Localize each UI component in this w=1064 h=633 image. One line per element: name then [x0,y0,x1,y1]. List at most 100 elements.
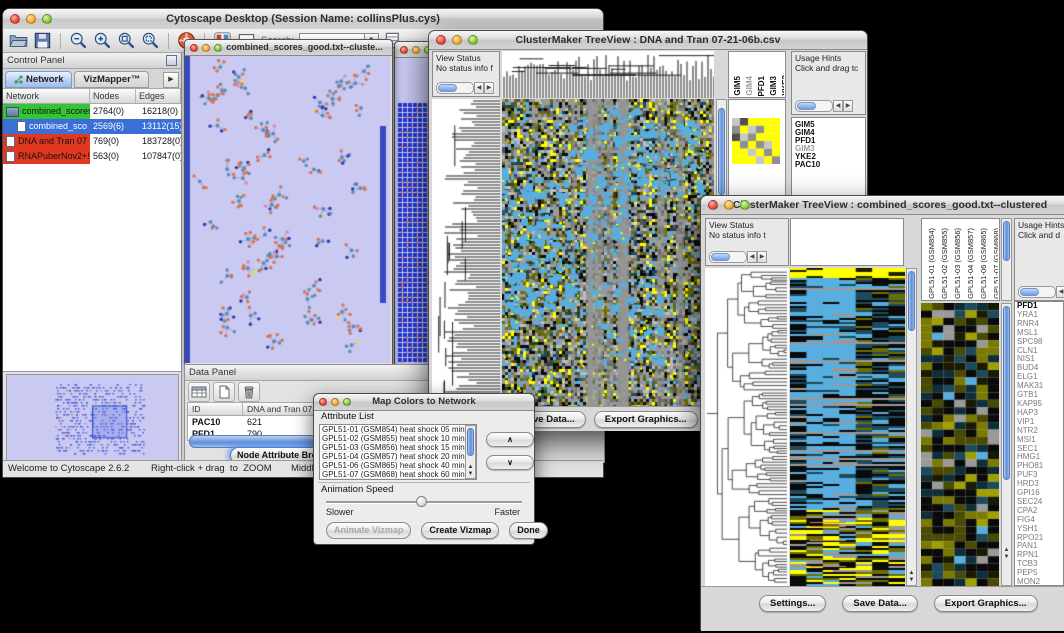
maximize-button[interactable] [343,398,351,406]
scroll-left-icon[interactable]: ◀ [833,100,843,112]
zoom-in-icon[interactable] [93,31,112,50]
column-labels-vscrollbar[interactable] [1001,218,1012,301]
scroll-left-icon[interactable]: ◀ [747,251,757,263]
scroll-arrows-icon[interactable]: ▲▼ [907,570,916,584]
scroll-left-icon[interactable]: ◀ [1056,286,1064,298]
row-dendrogram-canvas[interactable] [705,268,789,586]
zoom-fit-icon[interactable] [117,31,136,50]
scroll-arrows-icon[interactable]: ▲▼ [466,464,475,478]
column-label[interactable]: GIM5 [733,76,743,96]
col-id[interactable]: ID [188,403,243,415]
attribute-item[interactable]: GPL51-06 (GSM865) heat shock 40 min [320,461,476,470]
column-label[interactable]: GPL51-01 (GSM854) [926,228,937,299]
network-row[interactable]: DNA and Tran 07 769(0) 183728(0) [3,134,181,149]
move-down-button[interactable]: ∨ [486,455,534,470]
column-dendrogram-canvas[interactable] [502,51,714,98]
heatmap-canvas[interactable] [790,268,905,586]
scroll-right-icon[interactable]: ▶ [843,100,853,112]
save-icon[interactable] [33,31,52,50]
col-edges[interactable]: Edges [136,89,181,103]
dialog-button[interactable]: Done [509,522,548,539]
minimize-button[interactable] [202,44,210,52]
zoomed-heatmap-vscrollbar[interactable]: ▲▼ [1001,303,1012,586]
minimize-button[interactable] [26,14,36,24]
attribute-item[interactable]: GPL51-02 (GSM855) heat shock 10 min [320,434,476,443]
close-button[interactable] [10,14,20,24]
network-row[interactable]: combined_sco 2569(6) 13112(15) [3,119,181,134]
column-label[interactable]: GPL51-03 (GSM856) [952,228,963,299]
trash-icon[interactable] [238,382,260,402]
tab-vizmapper[interactable]: VizMapper™ [74,71,149,88]
select-attributes-icon[interactable] [188,382,210,402]
move-up-button[interactable]: ∧ [486,432,534,447]
column-label[interactable]: GPL51-07 (GSM868) [991,228,998,299]
minimize-button[interactable] [724,200,734,210]
tab-network[interactable]: Network [5,71,72,88]
col-nodes[interactable]: Nodes [90,89,136,103]
attribute-item[interactable]: GPL51-04 (GSM857) heat shock 20 min [320,452,476,461]
attribute-item[interactable]: GPL51-03 (GSM856) heat shock 15 min [320,443,476,452]
scrollbar-thumb[interactable] [718,108,725,195]
minimize-button[interactable] [331,398,339,406]
minimize-button[interactable] [452,35,462,45]
dialog-titlebar[interactable]: Map Colors to Network [314,394,534,411]
row-label[interactable]: PAC10 [795,161,865,169]
scrollbar-thumb[interactable] [1003,306,1010,480]
treeview2-titlebar[interactable]: ClusterMaker TreeView : combined_scores_… [701,196,1064,215]
summary-matrix-canvas[interactable] [732,118,780,164]
column-label[interactable]: GPL51-06 (GSM865) [978,228,989,299]
new-attribute-icon[interactable] [213,382,235,402]
column-label[interactable]: YKE2 [781,75,784,96]
network-row[interactable]: RNAPuberNov2+! 563(0) 107847(0) [3,149,181,164]
col-network[interactable]: Network [3,89,90,103]
close-button[interactable] [190,44,198,52]
scrollbar-thumb[interactable] [908,271,915,331]
tab-overflow-arrow-icon[interactable]: ▶ [163,72,179,88]
treeview1-titlebar[interactable]: ClusterMaker TreeView : DNA and Tran 07-… [429,31,867,50]
scrollbar-thumb[interactable] [1003,221,1010,261]
gene-label[interactable]: MON2 [1015,578,1063,586]
column-label[interactable]: GPL51-02 (GSM855) [939,228,950,299]
treeview-button[interactable]: Export Graphics... [594,411,698,428]
hints-scrollbar[interactable] [1018,286,1056,298]
close-button[interactable] [436,35,446,45]
scroll-right-icon[interactable]: ▶ [757,251,767,263]
status-scrollbar[interactable] [709,251,747,263]
column-label[interactable]: GIM3 [769,76,779,96]
close-button[interactable] [319,398,327,406]
heatmap-vscrollbar[interactable]: ▲▼ [906,268,917,586]
maximize-button[interactable] [42,14,52,24]
scroll-arrows-icon[interactable]: ▲▼ [1002,547,1011,561]
main-titlebar[interactable]: Cytoscape Desktop (Session Name: collins… [3,9,603,30]
zoom-out-icon[interactable] [69,31,88,50]
maximize-button[interactable] [214,44,222,52]
scroll-left-icon[interactable]: ◀ [474,82,484,94]
maximize-button[interactable] [468,35,478,45]
birds-eye-canvas[interactable] [6,374,179,462]
scrollbar-thumb[interactable] [467,428,474,456]
slider-knob[interactable] [416,496,427,507]
dialog-button[interactable]: Create Vizmap [421,522,499,539]
hints-scrollbar[interactable] [795,100,833,112]
status-scrollbar[interactable] [436,82,474,94]
treeview-button[interactable]: Export Graphics... [934,595,1038,612]
column-label[interactable]: PFD1 [757,76,767,96]
treeview-button[interactable]: Settings... [759,595,826,612]
attribute-item[interactable]: GPL51-01 (GSM854) heat shock 05 min [320,425,476,434]
animation-speed-slider[interactable] [326,496,522,508]
network-row[interactable]: combined_scores 2764(0) 16218(0) [3,104,181,119]
minimize-button[interactable] [412,46,420,54]
column-label[interactable]: GPL51-04 (GSM857) [965,228,976,299]
scroll-right-icon[interactable]: ▶ [484,82,494,94]
row-dendrogram-canvas[interactable] [432,99,500,406]
column-label[interactable]: GIM4 [745,76,755,96]
dialog-button[interactable]: Animate Vizmap [326,522,411,539]
network-view-titlebar[interactable]: combined_scores_good.txt--cluste... [185,40,392,56]
maximize-button[interactable] [740,200,750,210]
heatmap-canvas[interactable] [502,99,714,406]
network-canvas[interactable] [185,56,390,363]
birds-eye-view[interactable] [3,371,181,463]
treeview-button[interactable]: Save Data... [842,595,917,612]
open-icon[interactable] [9,31,28,50]
close-button[interactable] [708,200,718,210]
